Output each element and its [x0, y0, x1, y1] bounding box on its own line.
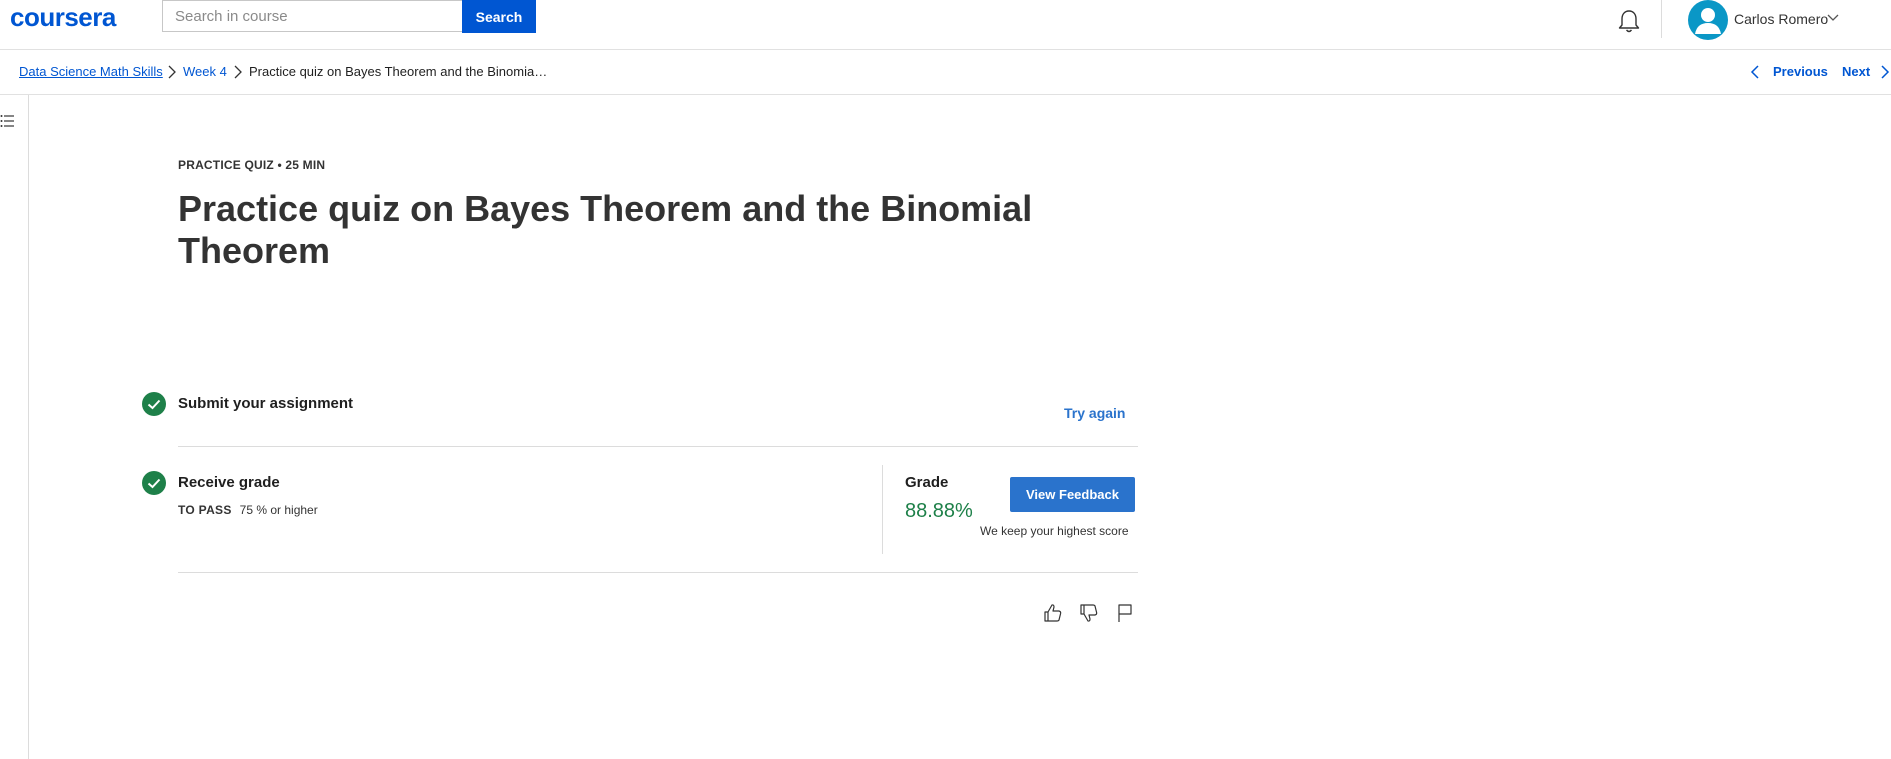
bell-icon[interactable] — [1614, 6, 1644, 36]
breadcrumb-week-link[interactable]: Week 4 — [183, 64, 227, 79]
quiz-meta: PRACTICE QUIZ • 25 MIN — [178, 158, 326, 172]
to-pass-value: 75 % or higher — [239, 503, 318, 517]
list-icon[interactable] — [0, 113, 16, 129]
checkmark-icon — [142, 471, 166, 495]
next-link[interactable]: Next — [1842, 64, 1870, 79]
breadcrumb-current: Practice quiz on Bayes Theorem and the B… — [249, 64, 548, 79]
grade-value: 88.88% — [905, 500, 973, 522]
search-button[interactable]: Search — [462, 0, 536, 33]
page-title: Practice quiz on Bayes Theorem and the B… — [178, 188, 1033, 271]
chevron-down-icon[interactable] — [1826, 12, 1840, 24]
submit-assignment-title: Submit your assignment — [178, 395, 354, 412]
thumbs-down-icon[interactable] — [1078, 602, 1100, 624]
user-avatar-icon[interactable] — [1688, 0, 1728, 40]
flag-icon[interactable] — [1114, 602, 1136, 624]
user-name[interactable]: Carlos Romero — [1734, 11, 1828, 27]
grade-divider — [882, 465, 883, 554]
breadcrumb: Data Science Math Skills Week 4 Practice… — [0, 50, 1891, 95]
top-header: coursera Search Carlos Romero — [0, 0, 1891, 50]
previous-link[interactable]: Previous — [1773, 64, 1828, 79]
receive-grade-title: Receive grade — [178, 474, 280, 491]
checkmark-icon — [142, 392, 166, 416]
chevron-right-icon[interactable] — [1880, 64, 1890, 80]
grade-label: Grade — [905, 474, 949, 491]
chevron-left-icon[interactable] — [1750, 64, 1760, 80]
chevron-right-icon — [234, 65, 242, 79]
pass-requirement: TO PASS 75 % or higher — [178, 503, 318, 517]
divider — [178, 572, 1138, 573]
divider — [178, 446, 1138, 447]
header-divider — [1661, 0, 1662, 38]
thumbs-up-icon[interactable] — [1042, 602, 1064, 624]
search-input[interactable] — [162, 0, 462, 32]
coursera-logo[interactable]: coursera — [10, 2, 116, 33]
highest-score-note: We keep your highest score — [980, 524, 1129, 538]
breadcrumb-course-link[interactable]: Data Science Math Skills — [19, 64, 163, 79]
try-again-link[interactable]: Try again — [1064, 405, 1125, 421]
sidebar-toggle-strip — [0, 95, 29, 759]
to-pass-label: TO PASS — [178, 503, 232, 517]
view-feedback-button[interactable]: View Feedback — [1010, 477, 1135, 512]
chevron-right-icon — [168, 65, 176, 79]
